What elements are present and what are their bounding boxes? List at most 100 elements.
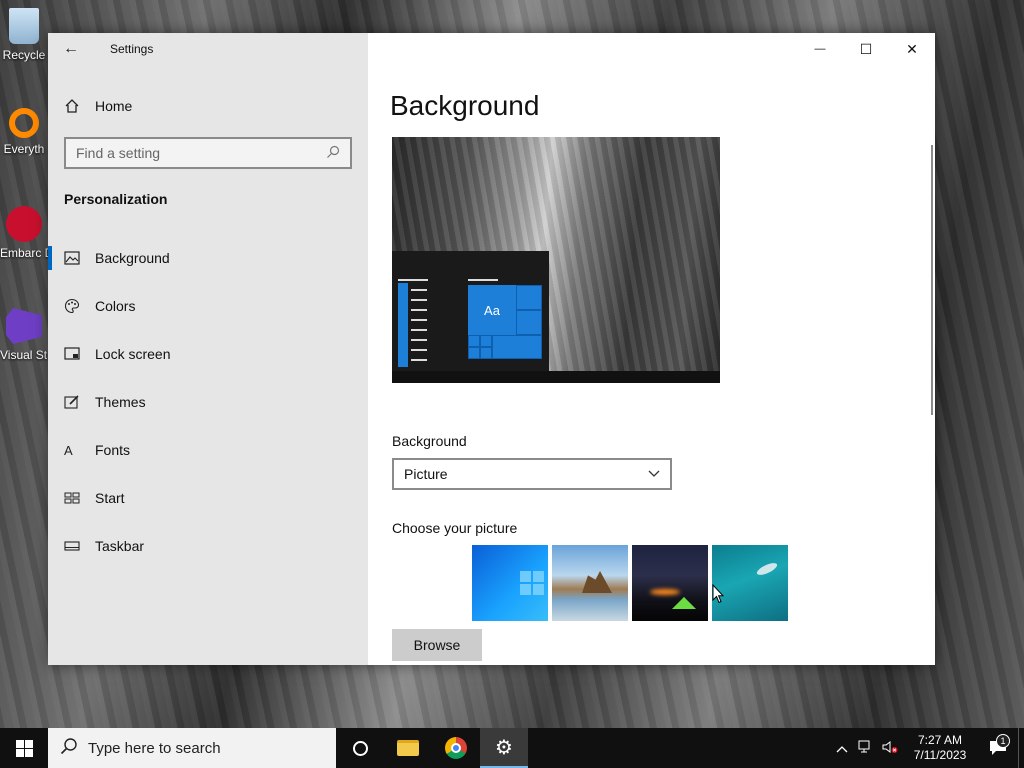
preview-taskbar: [392, 371, 720, 383]
preview-tile: [480, 335, 492, 347]
preview-line: [398, 279, 428, 281]
home-icon: [64, 98, 86, 114]
sidebar-item-colors[interactable]: Colors: [48, 282, 368, 330]
back-button[interactable]: ←: [48, 33, 94, 65]
sidebar-item-label: Background: [95, 250, 170, 266]
preview-tile-aa: Aa: [468, 285, 516, 335]
sidebar-item-background[interactable]: Background: [48, 234, 368, 282]
sidebar-item-lock-screen[interactable]: Lock screen: [48, 330, 368, 378]
preview-line: [411, 309, 427, 311]
sidebar-item-taskbar[interactable]: Taskbar: [48, 522, 368, 570]
chevron-up-icon[interactable]: [830, 741, 854, 756]
tent: [672, 597, 696, 609]
action-center-button[interactable]: 1: [978, 734, 1018, 756]
preview-start-menu: Aa: [392, 251, 549, 371]
system-tray: 7:27 AM 7/11/2023 1: [830, 728, 1024, 768]
start-tiles-icon: [64, 492, 86, 504]
choose-picture-label: Choose your picture: [392, 520, 518, 536]
browse-button[interactable]: Browse: [392, 629, 482, 661]
rock-formation: [582, 571, 612, 593]
sidebar-item-label: Home: [95, 98, 133, 114]
main-content: — ☐ ✕ Background Aa Background Picture C…: [368, 33, 935, 665]
taskbar-icon: [64, 541, 86, 551]
start-button[interactable]: [0, 728, 48, 768]
chevron-down-icon: [648, 467, 660, 481]
clock-date: 7/11/2023: [913, 748, 967, 762]
sidebar-item-label: Start: [95, 490, 125, 506]
close-icon: ✕: [906, 40, 918, 57]
search-icon: [60, 737, 78, 760]
caption-buttons: — ☐ ✕: [797, 33, 935, 65]
chrome-button[interactable]: [432, 728, 480, 768]
network-icon[interactable]: [854, 740, 878, 757]
volume-muted-icon[interactable]: [878, 740, 902, 757]
background-type-dropdown[interactable]: Picture: [392, 458, 672, 490]
preview-line: [411, 289, 427, 291]
preview-line: [411, 339, 427, 341]
taskbar-search-placeholder: Type here to search: [88, 739, 221, 757]
sidebar-item-start[interactable]: Start: [48, 474, 368, 522]
windows-logo-icon: [520, 571, 544, 595]
maximize-button[interactable]: ☐: [843, 33, 889, 65]
recycle-bin-icon: [9, 8, 39, 44]
desktop-icon-devcpp[interactable]: Embarc Dev-C: [0, 206, 48, 260]
sidebar-item-label: Lock screen: [95, 346, 171, 362]
preview-tile: [468, 347, 480, 359]
gear-icon: ⚙: [495, 736, 513, 759]
preview-line: [411, 319, 427, 321]
title-bar: ← Settings: [48, 33, 368, 65]
devcpp-icon: [6, 206, 42, 242]
settings-taskbar-button[interactable]: ⚙: [480, 728, 528, 768]
glow: [650, 589, 680, 595]
chrome-icon: [445, 737, 467, 759]
windows-logo-icon: [15, 739, 33, 757]
desktop-icon-visual-studio[interactable]: Visual St 201: [0, 308, 48, 362]
sidebar-item-fonts[interactable]: A Fonts: [48, 426, 368, 474]
preview-tile: [492, 335, 542, 359]
taskbar: Type here to search ⚙ 7:27 AM 7/11/2023 …: [0, 728, 1024, 768]
sidebar-item-label: Colors: [95, 298, 136, 314]
close-button[interactable]: ✕: [889, 33, 935, 65]
desktop-icon-label: Everyth: [3, 142, 45, 156]
scrollbar[interactable]: [931, 145, 933, 415]
search-icon: [326, 145, 340, 162]
lock-screen-icon: [64, 347, 86, 361]
search-input[interactable]: [76, 145, 306, 161]
background-label: Background: [392, 433, 467, 449]
picture-thumbnail[interactable]: [712, 545, 788, 621]
picture-thumbnails: [472, 545, 788, 621]
show-desktop-button[interactable]: [1018, 728, 1024, 768]
desktop-icon-recycle-bin[interactable]: Recycle: [0, 8, 48, 62]
minimize-icon: —: [814, 43, 826, 55]
preview-tile: [468, 335, 480, 347]
diver: [755, 560, 779, 578]
picture-thumbnail[interactable]: [552, 545, 628, 621]
page-title: Background: [390, 90, 540, 121]
sidebar-item-home[interactable]: Home: [48, 90, 368, 122]
preview-line: [468, 279, 498, 281]
back-arrow-icon: ←: [63, 40, 79, 57]
search-box[interactable]: [64, 137, 352, 169]
preview-rail: [398, 283, 408, 367]
palette-icon: [64, 298, 86, 314]
sidebar: ← Settings Home Personalization Backgrou…: [48, 33, 368, 665]
sidebar-item-themes[interactable]: Themes: [48, 378, 368, 426]
preview-tile: [480, 347, 492, 359]
picture-thumbnail[interactable]: [632, 545, 708, 621]
taskbar-search-box[interactable]: Type here to search: [48, 728, 336, 768]
visual-studio-icon: [6, 308, 42, 344]
desktop-icon-label: Recycle: [2, 48, 46, 62]
minimize-button[interactable]: —: [797, 33, 843, 65]
preview-line: [411, 299, 427, 301]
file-explorer-button[interactable]: [384, 728, 432, 768]
desktop-icon-everything[interactable]: Everyth: [0, 108, 48, 156]
background-preview: Aa: [392, 137, 720, 383]
task-view-button[interactable]: [336, 728, 384, 768]
brush-icon: [64, 394, 86, 410]
settings-window: ← Settings Home Personalization Backgrou…: [48, 33, 935, 665]
picture-thumbnail[interactable]: [472, 545, 548, 621]
preview-line: [411, 349, 427, 351]
mouse-cursor-icon: [712, 584, 724, 604]
clock[interactable]: 7:27 AM 7/11/2023: [902, 733, 978, 763]
maximize-icon: ☐: [859, 40, 873, 57]
